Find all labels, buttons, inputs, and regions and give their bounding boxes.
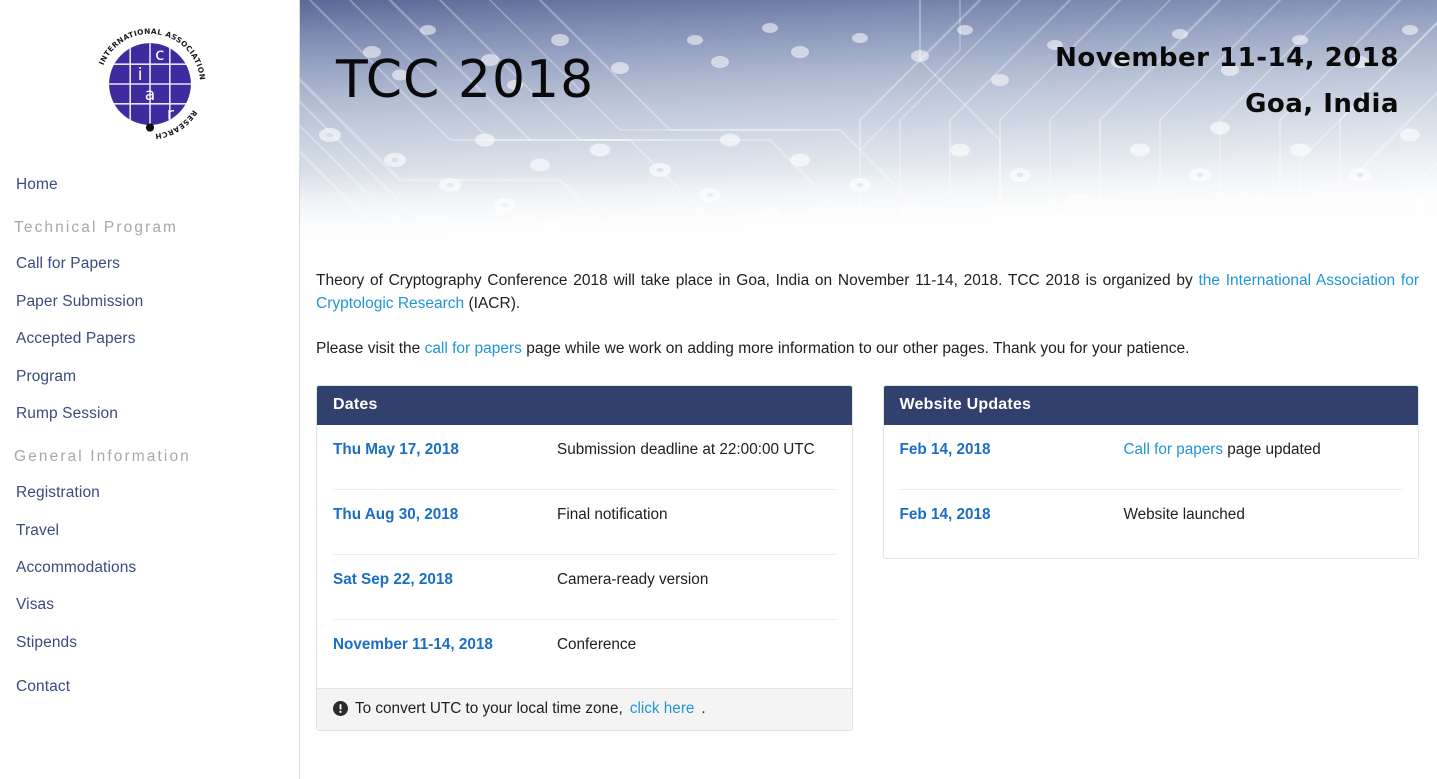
panels-row: Dates Thu May 17, 2018 Submission deadli…	[316, 384, 1419, 731]
banner-date: November 11-14, 2018	[1055, 43, 1399, 73]
sidebar-item-registration[interactable]: Registration	[0, 474, 299, 511]
update-description: Website launched	[1123, 505, 1245, 523]
sidebar-nav: Home Technical Program Call for Papers P…	[0, 166, 299, 706]
logo-container: i c a r INTERNATIONAL ASSOCIATION FOR CR…	[0, 0, 299, 150]
date-link[interactable]: Thu May 17, 2018	[333, 441, 557, 459]
call-for-papers-link[interactable]: call for papers	[425, 340, 522, 357]
call-for-papers-update-link[interactable]: Call for papers	[1124, 441, 1223, 458]
date-link[interactable]: November 11-14, 2018	[333, 636, 557, 654]
table-row: Sat Sep 22, 2018 Camera-ready version	[333, 555, 836, 620]
date-link[interactable]: Sat Sep 22, 2018	[333, 571, 557, 589]
sidebar-item-stipends[interactable]: Stipends	[0, 624, 299, 661]
intro-p2-text-b: page while we work on adding more inform…	[521, 339, 1190, 357]
intro-paragraph-1: Theory of Cryptography Conference 2018 w…	[316, 270, 1419, 316]
date-description: Final notification	[557, 505, 668, 523]
sidebar-heading-technical-program: Technical Program	[14, 219, 179, 237]
banner-meta: November 11-14, 2018 Goa, India	[1055, 44, 1399, 119]
page-root: i c a r INTERNATIONAL ASSOCIATION FOR CR…	[0, 0, 1437, 779]
sidebar-item-accommodations[interactable]: Accommodations	[0, 549, 299, 586]
sidebar-item-rump-session[interactable]: Rump Session	[0, 395, 299, 432]
sidebar-item-paper-submission[interactable]: Paper Submission	[0, 283, 299, 320]
update-text: page updated	[1222, 440, 1321, 458]
circuit-board-background-icon	[300, 0, 1437, 240]
date-description: Conference	[557, 635, 637, 653]
svg-text:i: i	[137, 65, 142, 85]
intro-paragraph-2: Please visit the call for papers page wh…	[316, 338, 1419, 361]
sidebar-item-travel[interactable]: Travel	[0, 512, 299, 549]
sidebar-heading-general-information: General Information	[14, 448, 191, 466]
updates-panel-body: Feb 14, 2018 Call for papers page update…	[884, 425, 1419, 558]
sidebar-item-home[interactable]: Home	[0, 166, 299, 203]
timezone-note-text-b: .	[701, 699, 706, 717]
sidebar-item-call-for-papers[interactable]: Call for Papers	[0, 245, 299, 282]
dates-panel-body: Thu May 17, 2018 Submission deadline at …	[317, 425, 852, 688]
timezone-note-text-a: To convert UTC to your local time zone,	[355, 699, 623, 717]
table-row: Feb 14, 2018 Call for papers page update…	[899, 425, 1402, 490]
dates-panel: Dates Thu May 17, 2018 Submission deadli…	[316, 384, 853, 731]
sidebar-item-visas[interactable]: Visas	[0, 586, 299, 623]
intro-p1-text-a: Theory of Cryptography Conference 2018 w…	[316, 272, 1199, 289]
sidebar-item-accepted-papers[interactable]: Accepted Papers	[0, 320, 299, 357]
svg-text:r: r	[166, 105, 174, 125]
svg-text:a: a	[144, 85, 155, 105]
timezone-convert-link[interactable]: click here	[630, 700, 695, 718]
table-row: Feb 14, 2018 Website launched	[900, 490, 1403, 558]
table-row: Thu May 17, 2018 Submission deadline at …	[333, 425, 836, 490]
svg-text:c: c	[155, 45, 164, 65]
banner-location: Goa, India	[1245, 88, 1399, 119]
banner: TCC 2018 November 11-14, 2018 Goa, India	[300, 0, 1437, 240]
intro-p1-text-b: (IACR).	[464, 294, 521, 312]
table-row: November 11-14, 2018 Conference	[333, 620, 836, 688]
intro-p2-text-a: Please visit the	[316, 339, 425, 357]
info-circle-icon	[333, 701, 348, 717]
update-date-link[interactable]: Feb 14, 2018	[900, 441, 1124, 459]
sidebar-item-contact[interactable]: Contact	[0, 668, 299, 705]
update-description: Call for papers page updated	[1124, 441, 1321, 459]
sidebar: i c a r INTERNATIONAL ASSOCIATION FOR CR…	[0, 0, 300, 779]
date-description: Camera-ready version	[557, 570, 709, 588]
updates-panel-title: Website Updates	[883, 385, 1418, 425]
website-updates-panel: Website Updates Feb 14, 2018 Call for pa…	[882, 384, 1419, 559]
dates-panel-title: Dates	[317, 385, 852, 425]
iacr-logo-icon[interactable]: i c a r INTERNATIONAL ASSOCIATION FOR CR…	[84, 18, 216, 150]
sidebar-item-program[interactable]: Program	[0, 358, 299, 395]
table-row: Thu Aug 30, 2018 Final notification	[333, 490, 836, 555]
dates-panel-footer: To convert UTC to your local time zone, …	[317, 687, 852, 730]
update-date-link[interactable]: Feb 14, 2018	[900, 506, 1124, 524]
date-link[interactable]: Thu Aug 30, 2018	[333, 506, 557, 524]
date-description: Submission deadline at 22:00:00 UTC	[557, 440, 815, 458]
main-content: TCC 2018 November 11-14, 2018 Goa, India…	[300, 0, 1437, 779]
banner-title: TCC 2018	[336, 50, 595, 110]
content-area: Theory of Cryptography Conference 2018 w…	[300, 240, 1437, 731]
